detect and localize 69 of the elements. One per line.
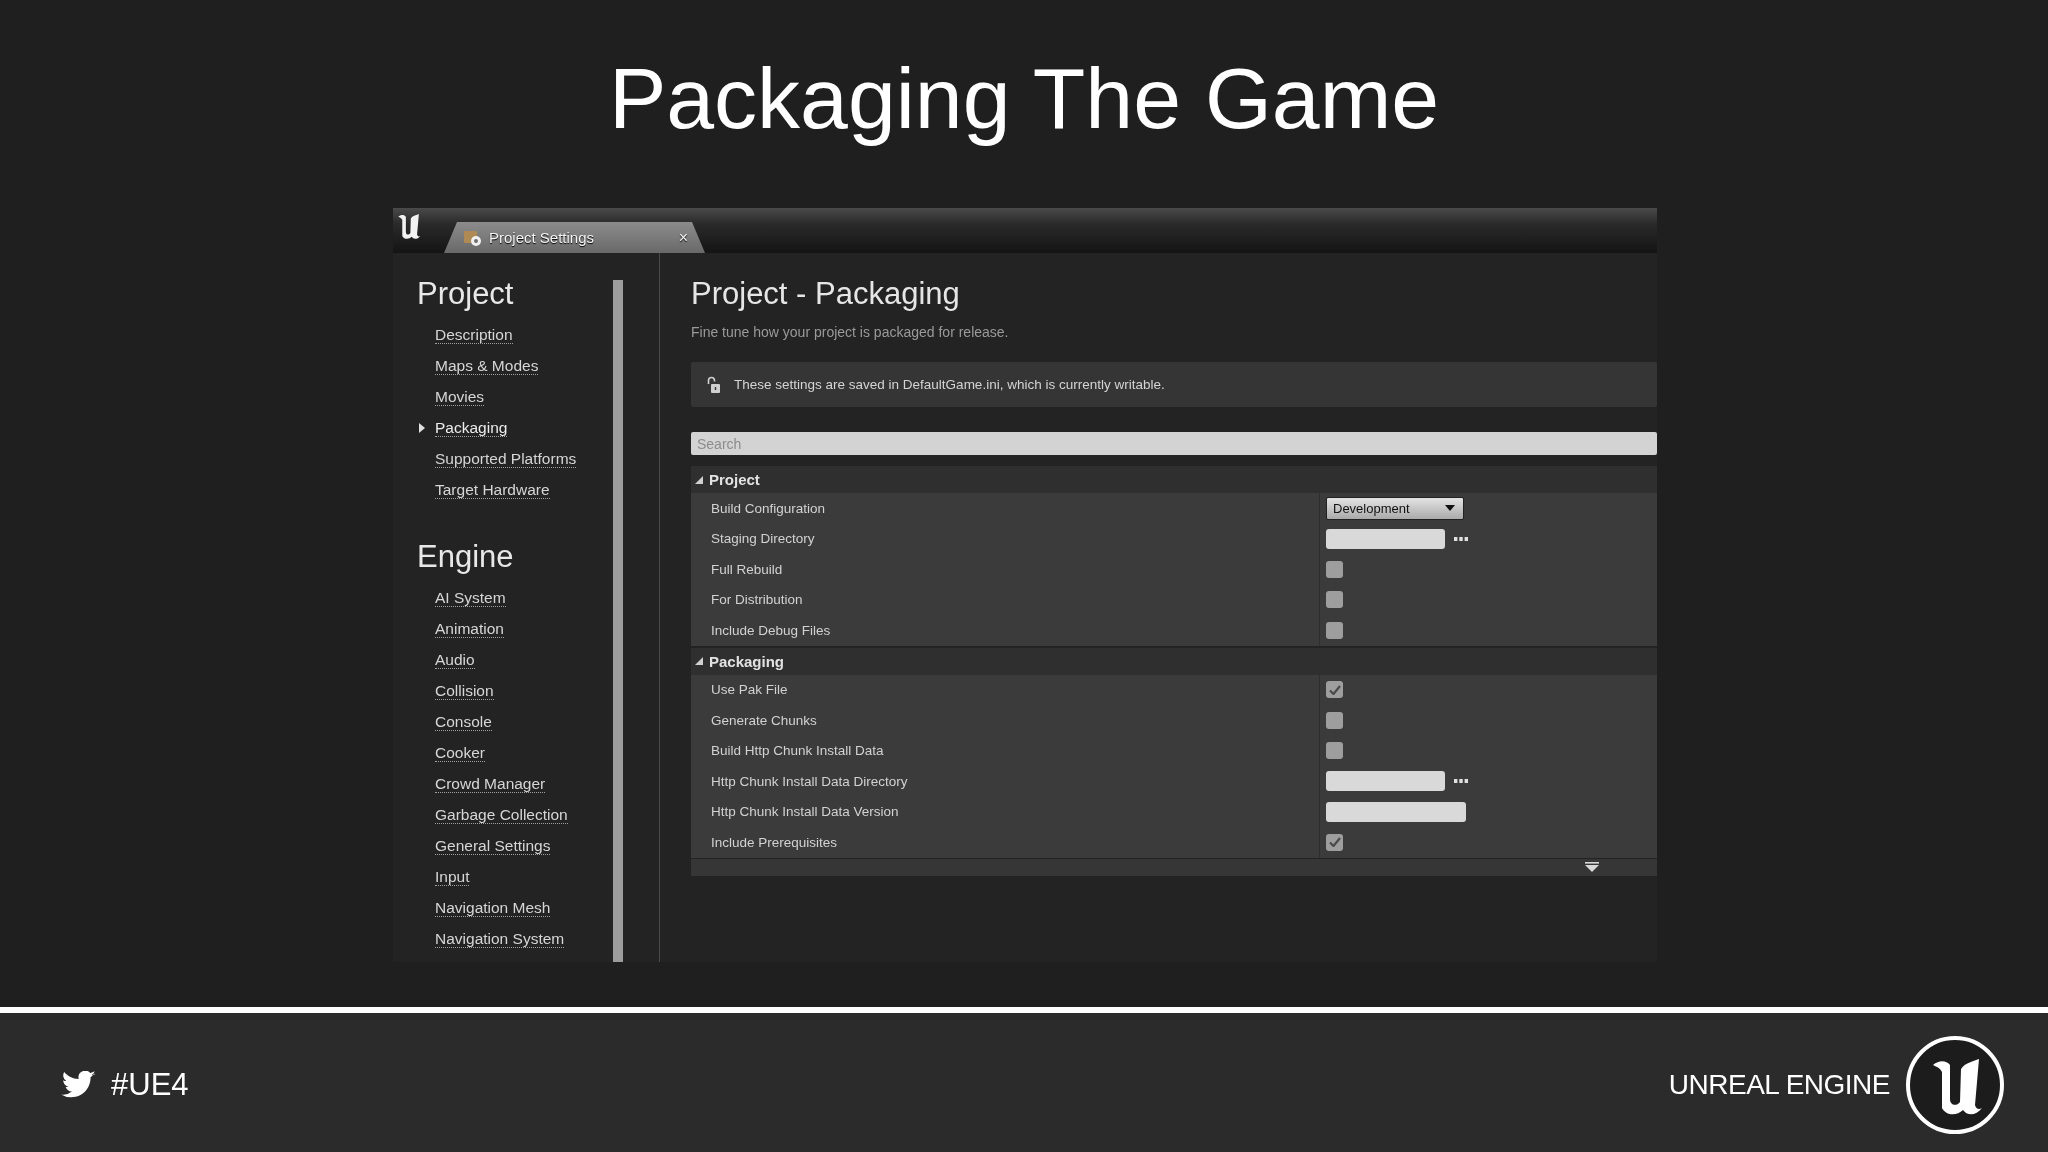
- input-field[interactable]: [1326, 771, 1445, 792]
- logo-icon: [1905, 1034, 2005, 1135]
- sidebar-link[interactable]: Audio: [435, 650, 475, 669]
- property-label: Generate Chunks: [711, 712, 817, 728]
- property-label: Staging Directory: [711, 531, 815, 547]
- slide-title: Packaging The Game: [608, 52, 1440, 144]
- sidebar-link[interactable]: Description: [435, 325, 513, 344]
- property-label: Http Chunk Install Data Version: [711, 804, 899, 820]
- property-label: Full Rebuild: [711, 561, 783, 577]
- checkbox[interactable]: [1326, 681, 1343, 699]
- sidebar-link[interactable]: Collision: [435, 681, 494, 700]
- notice-text: These settings are saved in DefaultGame.ini, which is currently writable.: [734, 377, 1165, 392]
- property-label: Build Configuration: [711, 500, 826, 516]
- caret-down-icon: [1445, 505, 1455, 512]
- dropdown[interactable]: Development: [1326, 496, 1464, 520]
- ellipsis-icon: [1454, 536, 1468, 541]
- input-field[interactable]: [1326, 801, 1466, 822]
- property-label: Include Debug Files: [711, 622, 831, 638]
- sidebar-link[interactable]: Target Hardware: [435, 480, 550, 499]
- checkmark-icon: [1328, 684, 1341, 695]
- ellipsis-icon: [1454, 779, 1468, 784]
- brand-name: UNREAL ENGINE: [1668, 1068, 1890, 1101]
- sidebar-link[interactable]: Cooker: [435, 743, 485, 762]
- sidebar-link[interactable]: Movies: [435, 387, 485, 406]
- sidebar-link[interactable]: AI System: [435, 588, 506, 607]
- checkbox[interactable]: [1326, 711, 1343, 729]
- section-heading: Engine: [417, 539, 514, 575]
- property-label: For Distribution: [711, 592, 803, 608]
- hashtag: #UE4: [111, 1066, 189, 1103]
- category-header[interactable]: Project: [691, 466, 1657, 493]
- sidebar-link[interactable]: Supported Platforms: [435, 449, 577, 468]
- property-label: Use Pak File: [711, 682, 788, 698]
- sidebar-link[interactable]: Garbage Collection: [435, 805, 568, 824]
- sidebar-link[interactable]: Navigation System: [435, 929, 565, 948]
- logo-icon: [397, 214, 421, 240]
- checkbox[interactable]: [1326, 621, 1343, 639]
- triangle-icon: [695, 657, 703, 665]
- checkbox[interactable]: [1326, 742, 1343, 760]
- padlock-icon: [706, 375, 720, 394]
- checkbox[interactable]: [1326, 833, 1343, 851]
- property-label: Build Http Chunk Install Data: [711, 743, 884, 759]
- section-heading: Project: [417, 276, 514, 312]
- sidebar-link[interactable]: Packaging: [435, 418, 508, 437]
- checkbox[interactable]: [1326, 591, 1343, 609]
- page-description: Fine tune how your project is packaged for release.: [691, 323, 1009, 342]
- sidebar-link[interactable]: General Settings: [435, 836, 551, 855]
- category-header[interactable]: Packaging: [691, 647, 1657, 675]
- triangle-icon: [695, 475, 703, 484]
- property-label: Include Prerequisites: [711, 834, 838, 850]
- sidebar-link[interactable]: Console: [435, 712, 492, 731]
- close-button[interactable]: ×: [678, 229, 688, 246]
- checkbox[interactable]: [1326, 560, 1343, 578]
- input-field[interactable]: [1326, 528, 1445, 549]
- browse-button[interactable]: [1452, 777, 1470, 786]
- search-field[interactable]: Search: [691, 432, 1657, 455]
- sidebar-link[interactable]: Input: [435, 867, 470, 886]
- checkmark-icon: [1328, 837, 1341, 848]
- sidebar-link[interactable]: Maps & Modes: [435, 356, 539, 375]
- settings-tab[interactable]: Project Settings ×: [444, 222, 705, 253]
- sidebar-link[interactable]: Navigation Mesh: [435, 898, 551, 917]
- property-label: Http Chunk Install Data Directory: [711, 773, 908, 789]
- browse-button[interactable]: [1452, 534, 1470, 543]
- bird-icon: [61, 1071, 97, 1098]
- page-title: Project - Packaging: [691, 276, 960, 312]
- scrollbar-thumb[interactable]: [613, 280, 623, 962]
- sidebar-link[interactable]: Crowd Manager: [435, 774, 546, 793]
- triangle-right-icon: [419, 422, 425, 433]
- down-arrow-icon: [1585, 862, 1599, 872]
- sidebar-link[interactable]: Animation: [435, 619, 504, 638]
